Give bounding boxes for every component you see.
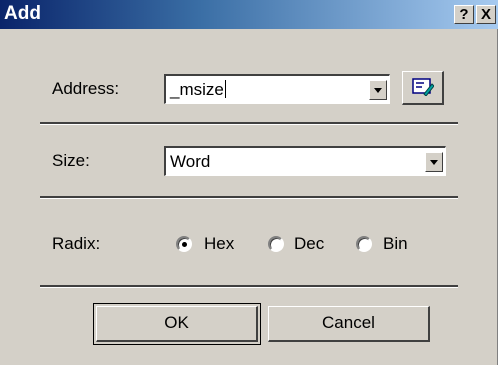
close-button[interactable]: X xyxy=(476,5,496,24)
radio-dec[interactable] xyxy=(268,236,284,252)
radio-bin-label[interactable]: Bin xyxy=(383,234,408,254)
symbol-browse-icon xyxy=(412,78,434,96)
dialog-title: Add xyxy=(4,3,41,24)
radio-hex[interactable] xyxy=(176,236,192,252)
chevron-down-icon xyxy=(374,88,382,93)
help-button[interactable]: ? xyxy=(454,5,474,24)
size-select[interactable]: Word xyxy=(164,146,446,176)
address-combobox[interactable]: _msize xyxy=(164,74,390,104)
size-select-value: Word xyxy=(170,152,211,171)
title-bar[interactable]: Add ? X xyxy=(0,0,498,29)
divider xyxy=(40,285,458,288)
divider xyxy=(40,196,458,199)
address-dropdown-button[interactable] xyxy=(369,80,387,100)
text-caret xyxy=(224,80,226,98)
radix-label: Radix: xyxy=(52,234,101,253)
radio-hex-label[interactable]: Hex xyxy=(204,234,234,254)
ok-button[interactable]: OK xyxy=(96,306,258,342)
cancel-button[interactable]: Cancel xyxy=(268,306,430,342)
address-label: Address: xyxy=(52,79,120,98)
radio-dec-label[interactable]: Dec xyxy=(294,234,324,254)
chevron-down-icon xyxy=(430,160,438,165)
radio-bin[interactable] xyxy=(356,236,372,252)
divider xyxy=(40,122,458,125)
address-input-value[interactable]: _msize xyxy=(170,80,224,99)
add-dialog: Add ? X Address: _msize Size: Word Radix… xyxy=(0,0,498,365)
browse-symbol-button[interactable] xyxy=(402,71,444,105)
size-label: Size: xyxy=(52,151,90,170)
size-dropdown-button[interactable] xyxy=(425,152,443,172)
radio-selected-dot xyxy=(182,242,187,247)
